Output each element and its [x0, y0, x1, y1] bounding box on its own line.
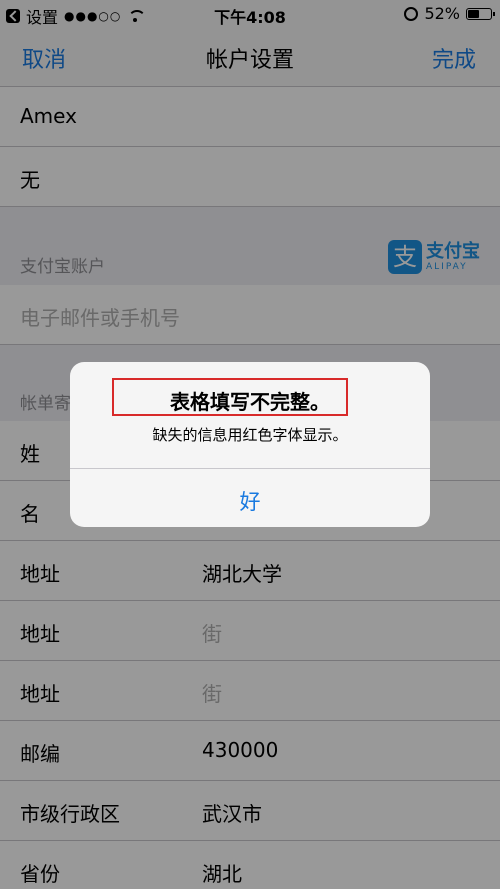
incomplete-form-alert: 表格填写不完整。 缺失的信息用红色字体显示。 好	[70, 362, 430, 527]
alert-message: 缺失的信息用红色字体显示。	[152, 426, 348, 444]
alert-dim-overlay: 表格填写不完整。 缺失的信息用红色字体显示。 好	[0, 0, 500, 889]
alert-divider	[70, 468, 430, 469]
account-settings-screen: 设置 ●●●○○ 下午4:08 52% 取消 帐户设置 完成 Amex 无 支付…	[0, 0, 500, 889]
alert-title: 表格填写不完整。	[170, 390, 330, 414]
ok-button[interactable]: 好	[70, 486, 430, 516]
